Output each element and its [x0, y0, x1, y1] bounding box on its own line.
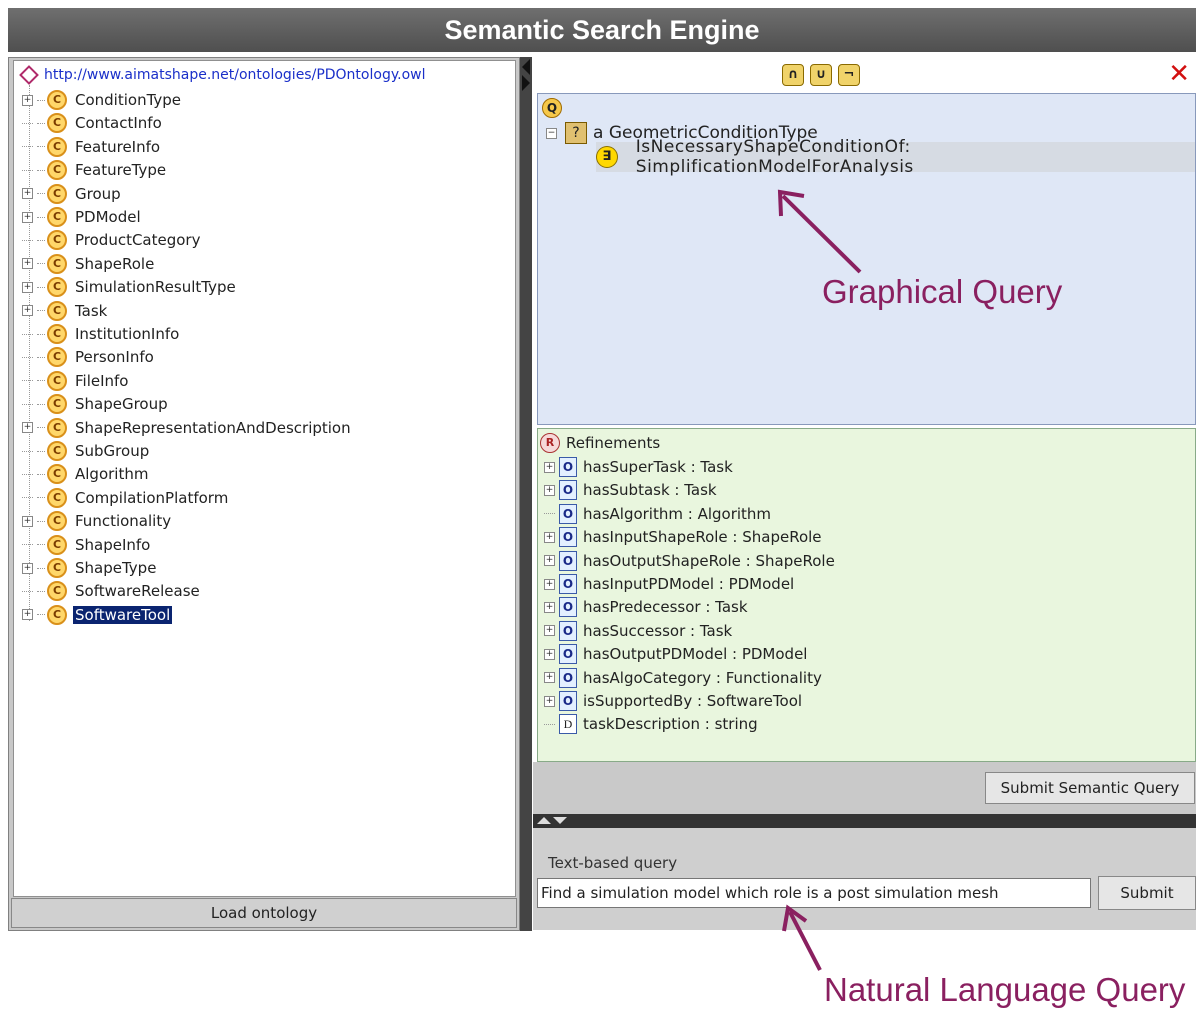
graphical-arrow — [781, 194, 862, 274]
graphical-query-annotation: Graphical Query — [822, 273, 1063, 310]
annotation-arrows — [777, 189, 862, 971]
natural-language-annotation: Natural Language Query — [824, 971, 1186, 1008]
